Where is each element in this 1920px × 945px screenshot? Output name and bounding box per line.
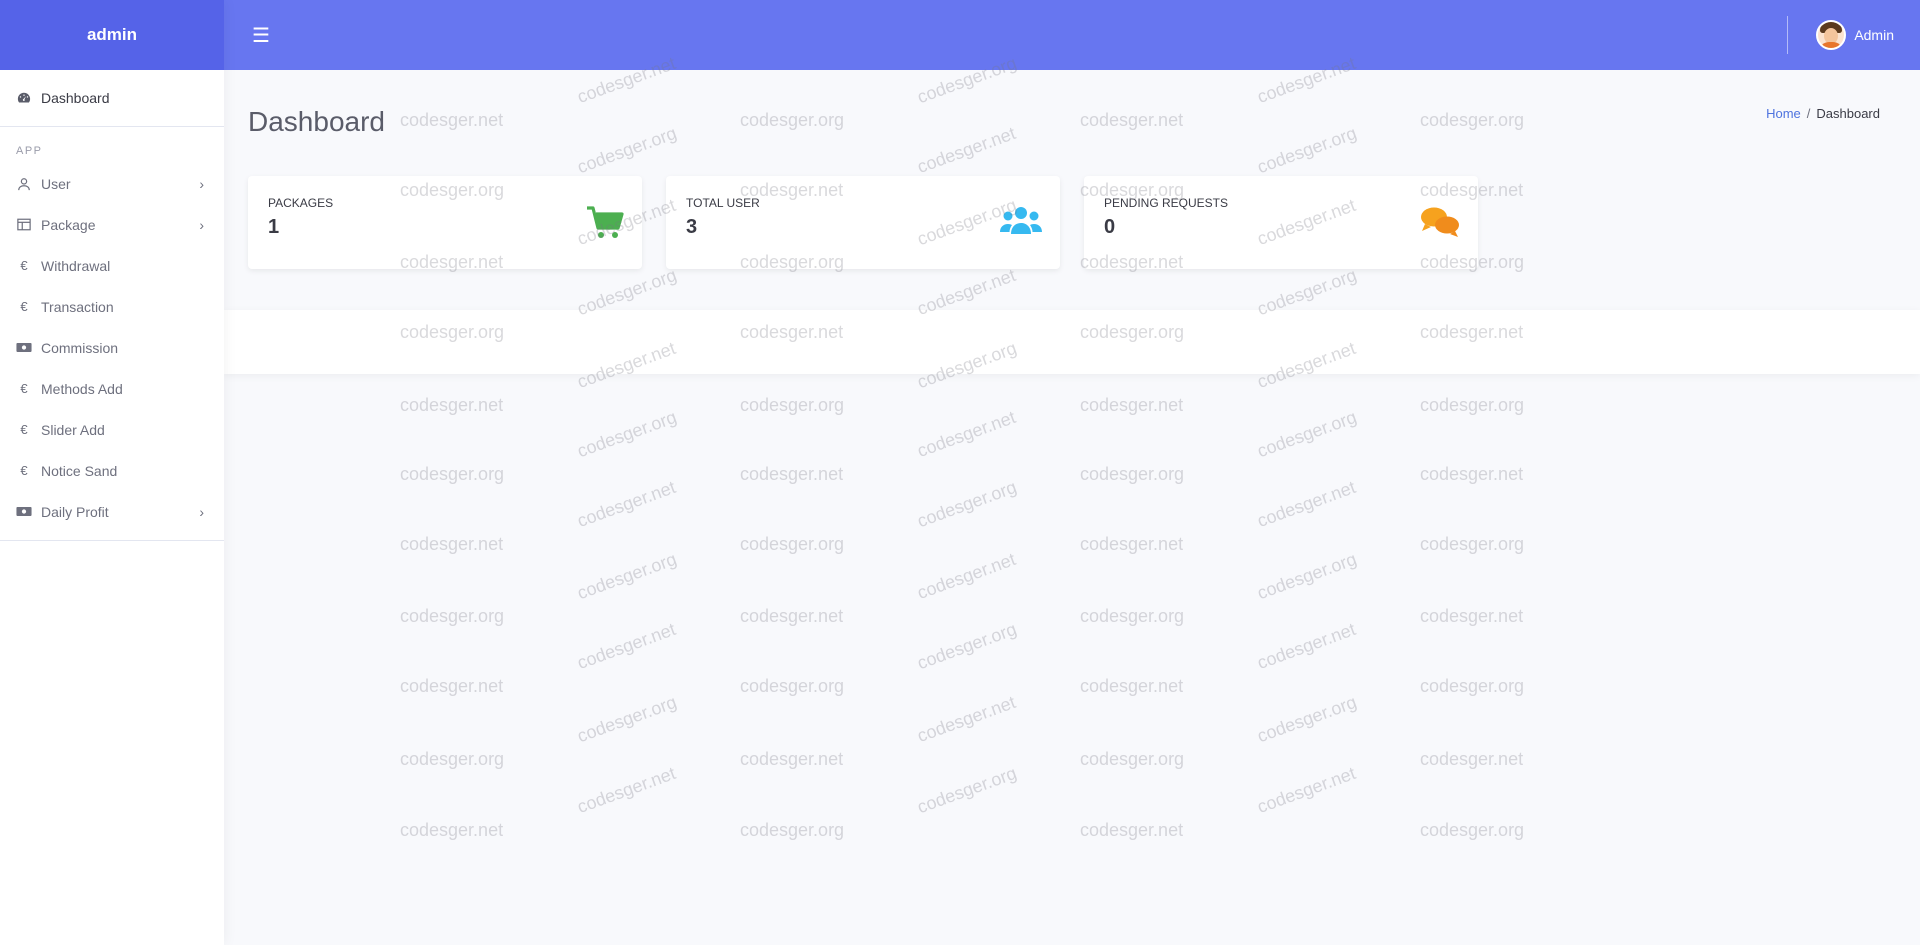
breadcrumb-separator: / — [1806, 106, 1811, 121]
brand-logo[interactable]: admin — [0, 0, 224, 70]
sidebar-item-package[interactable]: Package › — [0, 204, 224, 245]
euro-icon: € — [20, 299, 28, 314]
card-label: PACKAGES — [268, 196, 334, 210]
euro-icon: € — [20, 422, 28, 437]
money-bill-icon — [16, 506, 32, 517]
sidebar-item-user[interactable]: User › — [0, 163, 224, 204]
sidebar-item-label: Transaction — [41, 298, 114, 315]
sidebar-item-transaction[interactable]: € Transaction — [0, 286, 224, 327]
card-value: 3 — [686, 216, 698, 238]
avatar[interactable] — [1816, 20, 1847, 50]
sidebar-section-heading: APP — [16, 145, 43, 157]
euro-icon: € — [20, 381, 28, 396]
sidebar: admin Dashboard APP User › Package › € W… — [0, 0, 224, 945]
chevron-right-icon: › — [199, 175, 204, 192]
main-content: Dashboard Home / Dashboard PACKAGES 1 TOTA… — [224, 70, 1920, 945]
breadcrumb-home-link[interactable]: Home — [1766, 106, 1801, 121]
breadcrumb: Home / Dashboard — [1766, 106, 1880, 121]
sidebar-item-daily-profit[interactable]: Daily Profit › — [0, 491, 224, 532]
comments-icon — [1420, 206, 1460, 243]
topbar: ☰ Admin — [224, 0, 1920, 70]
user-menu[interactable]: Admin — [1787, 0, 1894, 70]
columns-icon — [16, 218, 32, 231]
sidebar-item-dashboard[interactable]: Dashboard — [0, 70, 224, 127]
hamburger-menu-icon[interactable]: ☰ — [252, 23, 270, 48]
sidebar-item-withdrawal[interactable]: € Withdrawal — [0, 245, 224, 286]
sidebar-item-label: Withdrawal — [41, 257, 111, 274]
card-label: PENDING REQUESTS — [1104, 196, 1229, 210]
topbar-divider — [1787, 16, 1789, 54]
sidebar-item-label: Daily Profit — [41, 503, 109, 520]
breadcrumb-current: Dashboard — [1816, 106, 1880, 121]
sidebar-divider — [0, 540, 224, 541]
chevron-right-icon: › — [199, 216, 204, 233]
shopping-cart-icon — [586, 206, 624, 245]
users-icon — [1000, 206, 1042, 241]
sidebar-item-label: Notice Sand — [41, 462, 118, 479]
sidebar-item-notice-sand[interactable]: € Notice Sand — [0, 450, 224, 491]
card-value: 1 — [268, 216, 280, 238]
card-value: 0 — [1104, 216, 1116, 238]
user-name[interactable]: Admin — [1854, 27, 1894, 43]
sidebar-item-label: Slider Add — [41, 421, 105, 438]
card-label: TOTAL USER — [686, 196, 760, 210]
sidebar-item-methods-add[interactable]: € Methods Add — [0, 368, 224, 409]
packages-card[interactable]: PACKAGES 1 — [248, 176, 642, 269]
sidebar-item-label: Dashboard — [41, 90, 110, 106]
total-user-card[interactable]: TOTAL USER 3 — [666, 176, 1060, 269]
euro-icon: € — [20, 258, 28, 273]
chevron-right-icon: › — [199, 503, 204, 520]
sidebar-item-label: Methods Add — [41, 380, 123, 397]
money-bill-icon — [16, 342, 32, 353]
user-icon — [16, 177, 32, 191]
pending-requests-card[interactable]: PENDING REQUESTS 0 — [1084, 176, 1478, 269]
sidebar-item-slider-add[interactable]: € Slider Add — [0, 409, 224, 450]
content-panel — [224, 310, 1920, 374]
sidebar-item-label: Commission — [41, 339, 119, 356]
tachometer-icon — [16, 91, 32, 105]
sidebar-item-commission[interactable]: Commission — [0, 327, 224, 368]
sidebar-item-label: User — [41, 175, 71, 192]
sidebar-item-label: Package — [41, 216, 96, 233]
euro-icon: € — [20, 463, 28, 478]
page-title: Dashboard — [248, 106, 385, 137]
